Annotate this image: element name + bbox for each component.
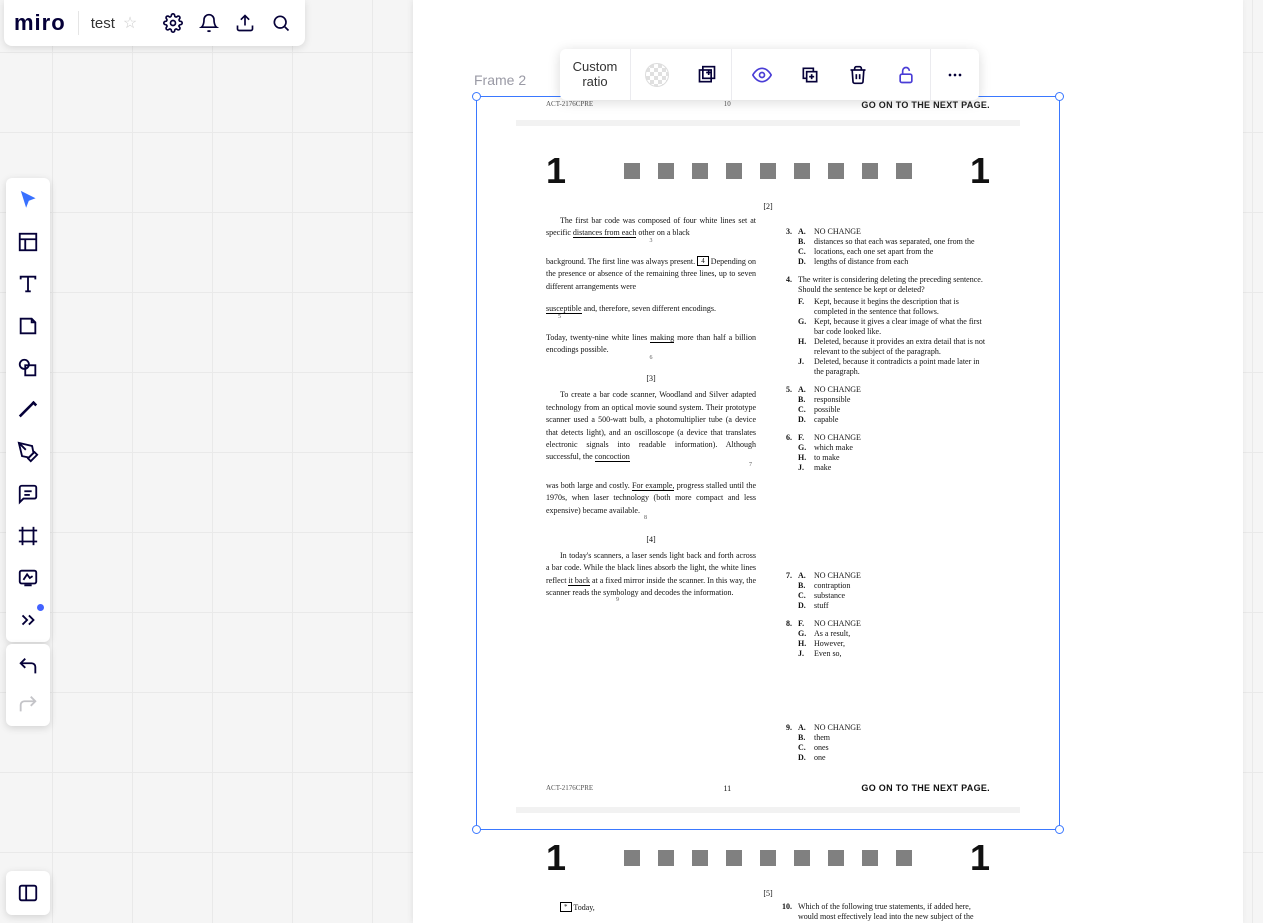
favorite-star-icon[interactable]: ☆	[123, 13, 137, 33]
cursor-tool[interactable]	[12, 184, 44, 216]
big-1-left: 1	[546, 150, 566, 192]
undo-redo-panel	[6, 644, 50, 726]
template-tool[interactable]	[12, 226, 44, 258]
ratio-label-2: ratio	[582, 75, 607, 90]
board-name[interactable]: test	[91, 15, 115, 32]
undo-button[interactable]	[12, 650, 44, 682]
visibility-button[interactable]	[732, 49, 786, 100]
ratio-label-1: Custom	[573, 60, 618, 75]
doc-code: ACT-2176CPRE	[546, 100, 593, 110]
miro-logo[interactable]: miro	[14, 10, 66, 36]
question-5: 5.A.NO CHANGEB.responsibleC.possibleD.ca…	[778, 385, 990, 425]
add-to-frame-button[interactable]	[683, 49, 732, 100]
right-column: 3.A.NO CHANGEB.distances so that each wa…	[778, 215, 990, 771]
left-column: The first bar code was composed of four …	[546, 215, 756, 771]
context-toolbar: Custom ratio	[560, 49, 979, 100]
settings-icon[interactable]	[159, 9, 187, 37]
text-tool[interactable]	[12, 268, 44, 300]
question-6: 6.F.NO CHANGEG.which makeH.to makeJ.make	[778, 433, 990, 473]
line-tool[interactable]	[12, 394, 44, 426]
question-9: 9.A.NO CHANGEB.themC.onesD.one	[778, 723, 990, 763]
comment-tool[interactable]	[12, 478, 44, 510]
transparent-swatch-icon	[645, 63, 669, 87]
sticky-note-tool[interactable]	[12, 310, 44, 342]
section-2-label: [2]	[546, 202, 990, 211]
question-8: 8.F.NO CHANGEG.As a result,H.However,J.E…	[778, 619, 990, 659]
pen-tool[interactable]	[12, 436, 44, 468]
duplicate-button[interactable]	[786, 49, 834, 100]
page-footer: ACT-2176CPRE 11 GO ON TO THE NEXT PAGE.	[546, 783, 990, 793]
delete-button[interactable]	[834, 49, 882, 100]
frame-tool[interactable]	[12, 520, 44, 552]
frame-label[interactable]: Frame 2	[474, 72, 526, 88]
header-squares	[624, 163, 912, 179]
search-icon[interactable]	[267, 9, 295, 37]
bell-icon[interactable]	[195, 9, 223, 37]
divider	[78, 11, 79, 35]
page-header-bar: 1 1	[546, 150, 990, 192]
panel-toggle-button[interactable]	[6, 871, 50, 915]
more-options-button[interactable]	[931, 49, 979, 100]
fill-color-button[interactable]	[631, 49, 683, 100]
app-header: miro test ☆	[4, 0, 305, 46]
shape-tool[interactable]	[12, 352, 44, 384]
question-4: 4.The writer is considering deleting the…	[778, 275, 990, 377]
page-next: 1 1 [5] * Today, 10.Which of the followi…	[516, 813, 1020, 923]
app-tool[interactable]	[12, 562, 44, 594]
document-pages[interactable]: ACT-2176CPRE 10 GO ON TO THE NEXT PAGE. …	[516, 0, 1020, 923]
big-1-right: 1	[970, 150, 990, 192]
left-toolbar	[6, 178, 50, 642]
page-main: 1 1 [2] The first bar code was composed …	[516, 126, 1020, 807]
question-7: 7.A.NO CHANGEB.contraptionC.substanceD.s…	[778, 571, 990, 611]
prev-page-no: 10	[724, 100, 731, 110]
redo-button[interactable]	[12, 688, 44, 720]
ratio-button[interactable]: Custom ratio	[560, 49, 631, 100]
more-tools[interactable]	[12, 604, 44, 636]
lock-button[interactable]	[882, 49, 931, 100]
go-next: GO ON TO THE NEXT PAGE.	[861, 100, 990, 110]
upload-icon[interactable]	[231, 9, 259, 37]
question-10: 10.Which of the following true statement…	[778, 902, 990, 923]
question-3: 3.A.NO CHANGEB.distances so that each wa…	[778, 227, 990, 267]
